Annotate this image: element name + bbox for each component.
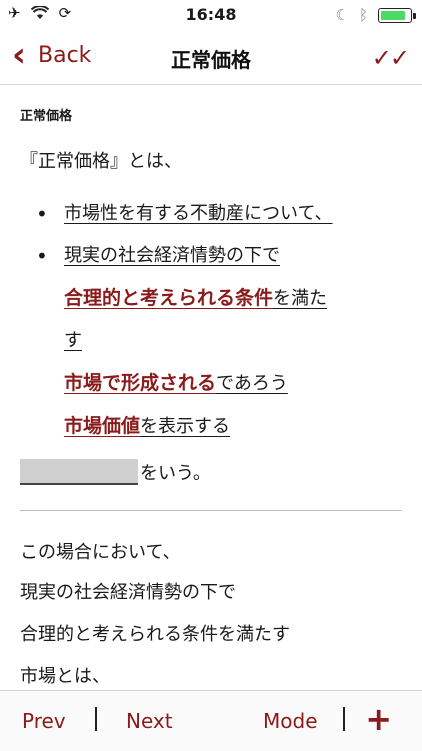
toolbar-separator	[95, 707, 97, 731]
content-area[interactable]: 正常価格 『正常価格』とは、 市場性を有する不動産について、 現実の社会経済情勢…	[0, 85, 422, 690]
highlight-term[interactable]: 市場で形成される	[64, 372, 216, 394]
bullet-text: 現実の社会経済情勢の下で	[64, 245, 280, 266]
add-button[interactable]: +	[365, 703, 392, 735]
bullet-text: を満た	[273, 288, 328, 309]
battery-icon	[378, 7, 416, 23]
bullet-text: であろう	[216, 373, 288, 394]
check-button[interactable]: ✓✓	[372, 44, 410, 72]
list-item: 市場性を有する不動産について、	[36, 193, 396, 235]
bottom-toolbar: Prev Next Mode +	[0, 690, 422, 751]
status-bar: ✈ ⟳ 16:48 ☾ ᛒ	[0, 0, 422, 30]
highlight-term[interactable]: 合理的と考えられる条件	[64, 287, 273, 309]
highlight-term[interactable]: 市場価値	[64, 415, 140, 437]
intro-text: 『正常価格』とは、	[20, 151, 182, 172]
paragraph-line: この場合において、	[20, 542, 181, 563]
section-label: 正常価格	[20, 109, 73, 124]
paragraph-line: 市場とは、	[20, 666, 110, 687]
bullet-text: を表示する	[140, 416, 231, 437]
bullet-text: 市場性を有する不動産について、	[64, 203, 333, 224]
navigation-bar: ‹ Back 正常価格 ✓✓	[0, 30, 422, 85]
status-right: ☾ ᛒ	[335, 6, 416, 24]
divider	[20, 510, 402, 511]
bluetooth-icon: ᛒ	[358, 6, 368, 24]
answer-suffix: をいう。	[140, 463, 211, 484]
answer-row: をいう。	[20, 459, 211, 485]
next-button[interactable]: Next	[126, 709, 173, 733]
bullet-text: す	[64, 330, 82, 351]
toolbar-separator	[343, 707, 345, 731]
paragraph-line: 合理的と考えられる条件を満たす	[20, 624, 290, 645]
list-item: 現実の社会経済情勢の下で 合理的と考えられる条件を満た す 市場で形成されるであ…	[36, 235, 396, 448]
paragraph-line: 現実の社会経済情勢の下で	[20, 582, 236, 603]
page-title: 正常価格	[171, 48, 251, 72]
mode-button[interactable]: Mode	[263, 709, 318, 733]
definition-list: 市場性を有する不動産について、 現実の社会経済情勢の下で 合理的と考えられる条件…	[36, 193, 396, 448]
prev-button[interactable]: Prev	[22, 709, 66, 733]
moon-icon: ☾	[335, 6, 349, 24]
answer-blank[interactable]	[20, 459, 138, 485]
